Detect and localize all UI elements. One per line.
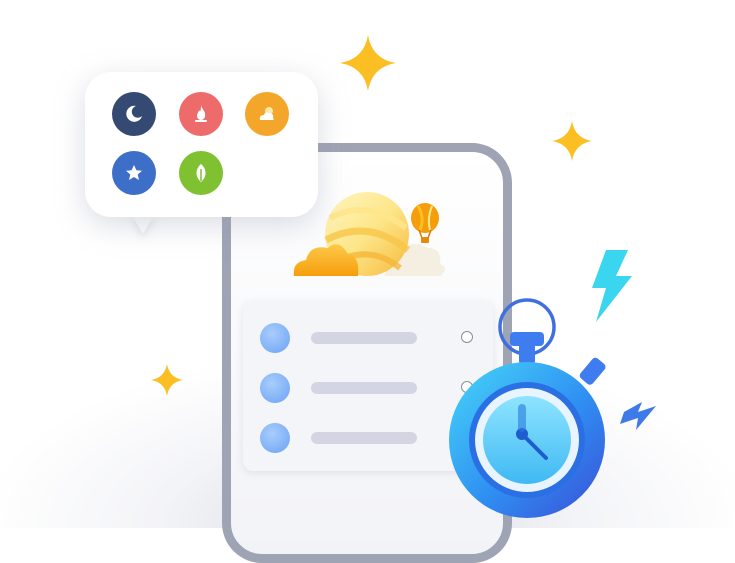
list-item-text-placeholder xyxy=(311,382,417,394)
list-item-avatar xyxy=(260,373,290,403)
sparkle-icon xyxy=(151,364,183,396)
weather-icon[interactable] xyxy=(245,92,289,136)
fire-icon[interactable] xyxy=(179,92,223,136)
icon-bubble xyxy=(85,72,318,217)
list-item-avatar xyxy=(260,323,290,353)
bubble-tail xyxy=(131,214,155,234)
list-item-text-placeholder xyxy=(311,332,417,344)
hot-air-balloon-icon xyxy=(411,203,439,243)
sparkle-icon xyxy=(340,35,396,91)
list-item-avatar xyxy=(260,423,290,453)
sparkle-icon xyxy=(552,121,592,161)
moon-icon[interactable] xyxy=(112,92,156,136)
star-icon[interactable] xyxy=(112,151,156,195)
stopwatch-icon xyxy=(449,298,606,518)
leaf-icon[interactable] xyxy=(179,151,223,195)
list-item-text-placeholder xyxy=(311,432,417,444)
lightning-icon xyxy=(620,402,656,430)
